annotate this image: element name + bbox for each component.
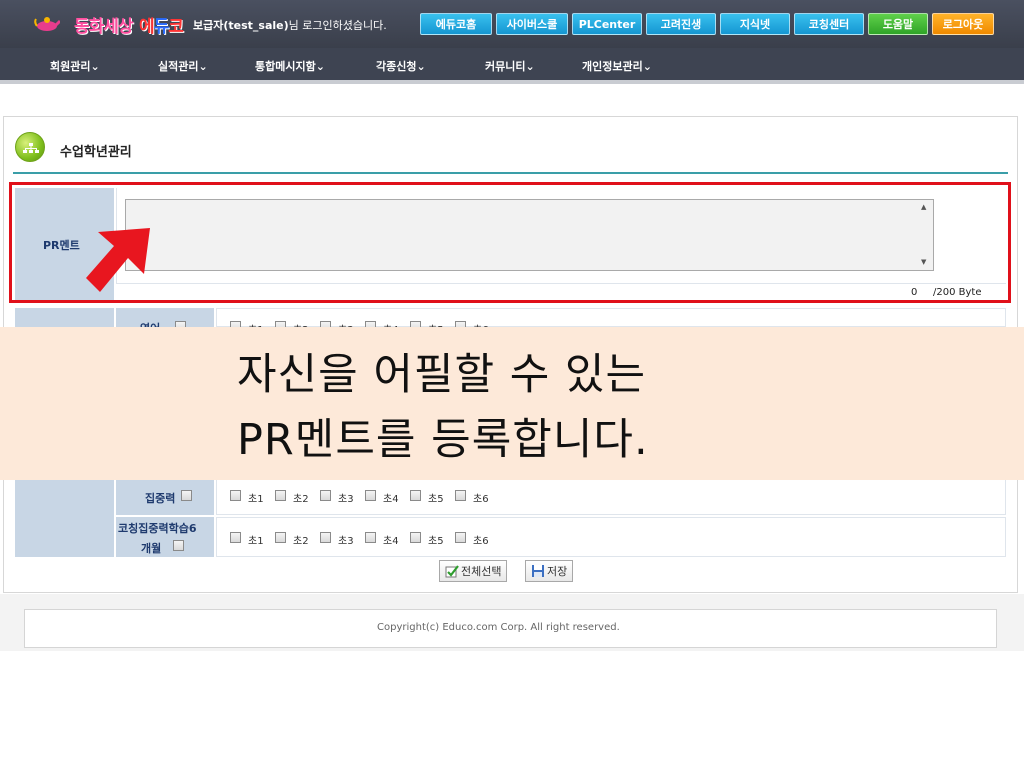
grade-checkbox[interactable]: [365, 532, 376, 543]
subject-checkbox[interactable]: [173, 540, 184, 551]
save-button[interactable]: 저장: [525, 560, 574, 582]
logo-text-educo: 에듀코: [139, 17, 184, 37]
grade-label: 초6: [473, 536, 489, 547]
grade-checkbox[interactable]: [275, 532, 286, 543]
help-button[interactable]: 도움말: [868, 13, 928, 35]
menu-dropdown-icon: ⌄: [315, 60, 325, 73]
coaching-center-button[interactable]: 코칭센터: [794, 13, 864, 35]
logo-text-donghwasesang: 동화세상: [74, 17, 134, 37]
save-label: 저장: [547, 565, 568, 578]
menu-integrated-messages[interactable]: 통합메시지함⌄: [255, 58, 325, 74]
menu-personal-info[interactable]: 개인정보관리⌄: [582, 58, 652, 74]
subject-name-coaching-line2: 개월: [141, 542, 162, 555]
grade-checkbox[interactable]: [455, 532, 466, 543]
grade-checkbox[interactable]: [275, 490, 286, 501]
menu-applications[interactable]: 각종신청⌄: [376, 58, 426, 74]
cyber-school-button[interactable]: 사이버스쿨: [496, 13, 568, 35]
copyright-text: Copyright(c) Educo.com Corp. All right r…: [377, 622, 620, 633]
subject-name-cell: [116, 308, 214, 327]
menu-dropdown-icon: ⌄: [90, 60, 100, 73]
subject-name-concentration: 집중력: [145, 492, 176, 505]
grade-label: 초5: [428, 536, 444, 547]
subject-grade-row: [216, 517, 1006, 557]
grade-checkbox[interactable]: [320, 532, 331, 543]
pr-highlight-box: [9, 182, 1011, 303]
knowledge-net-button[interactable]: 지식넷: [720, 13, 790, 35]
floppy-disk-icon: [532, 565, 544, 577]
caption-line-1: 자신을 어필할 수 있는: [237, 350, 647, 400]
korea-ginseng-button[interactable]: 고려진생: [646, 13, 716, 35]
grade-label: 초3: [338, 536, 354, 547]
subject-grade-row: [216, 308, 1006, 327]
grade-label: 초6: [473, 494, 489, 505]
grade-label: 초2: [293, 536, 309, 547]
grade-label: 초2: [293, 494, 309, 505]
checkbox-checked-icon: [445, 565, 459, 578]
menu-community[interactable]: 커뮤니티⌄: [485, 58, 535, 74]
grade-checkbox[interactable]: [365, 490, 376, 501]
select-all-label: 전체선택: [461, 565, 502, 578]
menu-dropdown-icon: ⌄: [642, 60, 652, 73]
menu-dropdown-icon: ⌄: [416, 60, 426, 73]
grade-checkbox[interactable]: [410, 490, 421, 501]
menu-dropdown-icon: ⌄: [525, 60, 535, 73]
login-user: 보급자(test_sale): [193, 19, 289, 32]
org-chart-icon: [15, 132, 45, 162]
top-button-group: 에듀코홈 사이버스쿨 PLCenter 고려진생 지식넷 코칭센터 도움말 로그…: [420, 13, 994, 35]
subject-grade-row: [216, 476, 1006, 515]
grade-label: 초4: [383, 494, 399, 505]
select-all-button[interactable]: 전체선택: [439, 560, 508, 582]
title-divider: [13, 172, 1008, 174]
menu-member-management[interactable]: 회원관리⌄: [50, 58, 100, 74]
grade-label: 초5: [428, 494, 444, 505]
grade-label: 초1: [248, 494, 264, 505]
grade-label: 초4: [383, 536, 399, 547]
menu-dropdown-icon: ⌄: [198, 60, 208, 73]
pointer-arrow-icon: [86, 228, 150, 292]
grade-checkbox[interactable]: [320, 490, 331, 501]
grade-checkbox[interactable]: [230, 490, 241, 501]
magic-lamp-icon: [34, 17, 60, 31]
grade-checkbox[interactable]: [230, 532, 241, 543]
login-message: 보급자(test_sale)님 로그인하셨습니다.: [193, 17, 387, 33]
menu-performance-management[interactable]: 실적관리⌄: [158, 58, 208, 74]
page-title: 수업학년관리: [60, 145, 132, 160]
plcenter-button[interactable]: PLCenter: [572, 13, 642, 35]
grade-label: 초3: [338, 494, 354, 505]
subject-checkbox[interactable]: [181, 490, 192, 501]
login-suffix: 님 로그인하셨습니다.: [288, 19, 387, 32]
caption-line-2: PR멘트를 등록합니다.: [237, 415, 649, 465]
site-logo[interactable]: 동화세상 에듀코: [34, 8, 184, 38]
grade-label: 초1: [248, 536, 264, 547]
grade-checkbox[interactable]: [410, 532, 421, 543]
educo-home-button[interactable]: 에듀코홈: [420, 13, 492, 35]
grade-checkbox[interactable]: [455, 490, 466, 501]
logout-button[interactable]: 로그아웃: [932, 13, 994, 35]
header-divider: [0, 80, 1024, 84]
subject-name-coaching-line1: 코칭집중력학습6: [118, 522, 197, 535]
